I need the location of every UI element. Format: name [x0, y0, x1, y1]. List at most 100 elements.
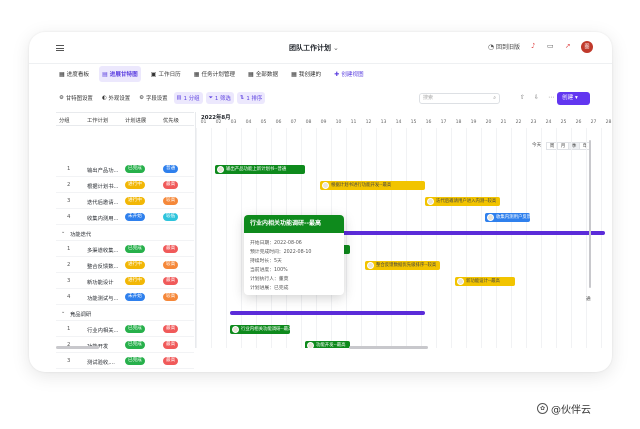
gantt-bar[interactable]: 整合反馈数据优先级排序--较高 [365, 260, 440, 270]
chevron-down-icon[interactable]: ⌄ [61, 309, 65, 315]
inbox-icon[interactable]: ▭ [547, 42, 554, 50]
priority-badge[interactable]: 较高 [163, 261, 179, 269]
priority-badge[interactable]: 普通 [163, 165, 179, 173]
task-name[interactable]: 整合反馈数... [87, 262, 123, 270]
table-row[interactable]: 2功能开发已完成最高 [56, 337, 194, 353]
rocket-icon[interactable]: ➚ [565, 42, 571, 50]
create-button[interactable]: 创建 ▾ [557, 92, 590, 105]
status-badge[interactable]: 进行中 [125, 277, 145, 285]
filter-button[interactable]: ⏷ 1 筛选 [205, 92, 234, 104]
gantt-vertical-scrollbar[interactable] [589, 140, 591, 288]
status-badge[interactable]: 已完成 [125, 357, 145, 365]
table-row[interactable]: 4 收集内测用... 未开始 较低 [56, 209, 194, 225]
gantt-bar[interactable]: 输出产品功能上新计划书--普通 [215, 164, 305, 174]
status-badge[interactable]: 已完成 [125, 165, 145, 173]
column-header-priority[interactable]: 优先级 [163, 116, 179, 124]
priority-badge[interactable]: 较高 [163, 293, 179, 301]
tab-5[interactable]: ▦ 我创建的 [288, 66, 324, 82]
table-row[interactable]: 2 根据计划书... 进行中 最高 [56, 177, 194, 193]
table-row[interactable]: 2 整合反馈数... 进行中 较高 [56, 257, 194, 273]
field-settings-button[interactable]: ⚙ 字段设置 [136, 92, 170, 104]
status-badge[interactable]: 未开始 [125, 213, 145, 221]
tab-2[interactable]: ▣ 工作日历 [148, 66, 184, 82]
search-input[interactable]: 搜索 ⌕ [419, 93, 500, 104]
group-row[interactable]: ⌄ 竞品调研 [56, 305, 194, 321]
group-button[interactable]: ▤ 1 分组 [173, 92, 203, 104]
upload-icon[interactable]: ⇧ [520, 94, 525, 101]
notification-icon[interactable]: ♪ [531, 42, 535, 50]
back-to-old-version-link[interactable]: ◔ 回到旧版 [488, 42, 520, 52]
task-name[interactable]: 测试验收,... [87, 358, 123, 366]
gantt-horizontal-scrollbar[interactable] [349, 346, 428, 349]
menu-icon[interactable] [56, 45, 64, 51]
more-icon[interactable]: ⋯ [548, 94, 554, 101]
day-label: 27 [590, 120, 597, 125]
task-name[interactable]: 功能测试与... [87, 294, 123, 302]
task-name[interactable]: 收集内测用... [87, 214, 123, 222]
status-badge[interactable]: 进行中 [125, 261, 145, 269]
gantt-bar[interactable] [230, 311, 425, 315]
tab-1[interactable]: ▤ 进展甘特图 [99, 66, 141, 82]
table-row[interactable]: 3 迭代后邀请... 进行中 较高 [56, 193, 194, 209]
tab-icon: ▦ [248, 70, 254, 78]
chevron-down-icon[interactable]: ⌄ [61, 229, 65, 235]
column-header-group[interactable]: 分组 [59, 116, 70, 124]
day-gridline [526, 128, 527, 348]
gantt-bar[interactable]: 根据计划书进行功能开发--最高 [320, 180, 425, 190]
task-name[interactable]: 输出产品功... [87, 166, 123, 174]
column-header-plan[interactable]: 工作计划 [87, 116, 108, 124]
day-gridline [586, 128, 587, 348]
priority-badge[interactable]: 最高 [163, 357, 179, 365]
today-button[interactable]: 今天 [532, 142, 541, 148]
priority-badge[interactable]: 最高 [163, 325, 179, 333]
task-name[interactable]: 新功能设计 [87, 278, 123, 286]
grid-horizontal-scrollbar[interactable] [56, 346, 99, 349]
status-badge[interactable]: 未开始 [125, 293, 145, 301]
gantt-bar[interactable]: 收集内测用户反馈 [485, 212, 531, 222]
tab-0[interactable]: ▦ 进度看板 [56, 66, 92, 82]
task-name[interactable]: 行业内相关... [87, 326, 123, 334]
table-row[interactable]: 1 多渠道收集... 已完成 最高 [56, 241, 194, 257]
status-badge[interactable]: 已完成 [125, 341, 145, 349]
table-row[interactable]: 3 测试验收,... 已完成 最高 [56, 353, 194, 369]
status-badge[interactable]: 已完成 [125, 325, 145, 333]
day-label: 02 [215, 120, 222, 125]
gantt-bar[interactable]: 行业内相关功能调研--最高 [230, 324, 292, 334]
priority-badge[interactable]: 较高 [163, 197, 179, 205]
assignee-avatar [217, 165, 224, 173]
sort-button[interactable]: ⇅ 1 排序 [236, 92, 266, 104]
gantt-bar[interactable]: 新功能设计--最高 [455, 276, 515, 286]
download-icon[interactable]: ⇩ [534, 94, 539, 101]
appearance-settings-button[interactable]: ◐ 外观设置 [99, 92, 133, 104]
gantt-settings-button[interactable]: ⚙ 甘特图设置 [56, 92, 96, 104]
table-row[interactable]: 1 输出产品功... 已完成 普通 [56, 161, 194, 177]
task-name[interactable]: 迭代后邀请... [87, 198, 123, 206]
priority-badge[interactable]: 最高 [163, 341, 179, 349]
day-label: 24 [545, 120, 552, 125]
gantt-bar[interactable]: 功能开发--最高 [305, 340, 350, 348]
table-row[interactable]: 1 行业内相关... 已完成 最高 [56, 321, 194, 337]
task-name[interactable]: 多渠道收集... [87, 246, 123, 254]
priority-badge[interactable]: 最高 [163, 245, 179, 253]
gantt-bar[interactable]: 迭代后邀请用户进入内测--较高 [425, 196, 500, 206]
top-bar: 团队工作计划 ⌄ ◔ 回到旧版 ♪ ▭ ➚ 图 [29, 32, 612, 64]
table-row[interactable]: 3 新功能设计 进行中 最高 [56, 273, 194, 289]
status-badge[interactable]: 已完成 [125, 245, 145, 253]
avatar[interactable]: 图 [581, 41, 593, 53]
tab-6[interactable]: ✚ 创建视图 [331, 66, 366, 82]
group-row[interactable]: ⌄ 功能迭代 [56, 225, 194, 241]
priority-badge[interactable]: 最高 [163, 181, 179, 189]
chevron-down-icon[interactable]: ⌄ [333, 44, 339, 52]
page-title[interactable]: 团队工作计划 ⌄ [289, 43, 339, 53]
column-header-progress[interactable]: 计划进展 [125, 116, 146, 124]
priority-badge[interactable]: 最高 [163, 277, 179, 285]
task-name[interactable]: 根据计划书... [87, 182, 123, 190]
row-number: 1 [67, 166, 71, 172]
status-badge[interactable]: 进行中 [125, 197, 145, 205]
tab-3[interactable]: ▦ 任务计划管理 [191, 66, 238, 82]
table-row[interactable]: 4 功能测试与... 未开始 较高 [56, 289, 194, 305]
priority-badge[interactable]: 较低 [163, 213, 179, 221]
tab-4[interactable]: ▦ 全部数据 [245, 66, 281, 82]
status-badge[interactable]: 进行中 [125, 181, 145, 189]
side-panel-peek[interactable]: 通 [586, 296, 591, 302]
